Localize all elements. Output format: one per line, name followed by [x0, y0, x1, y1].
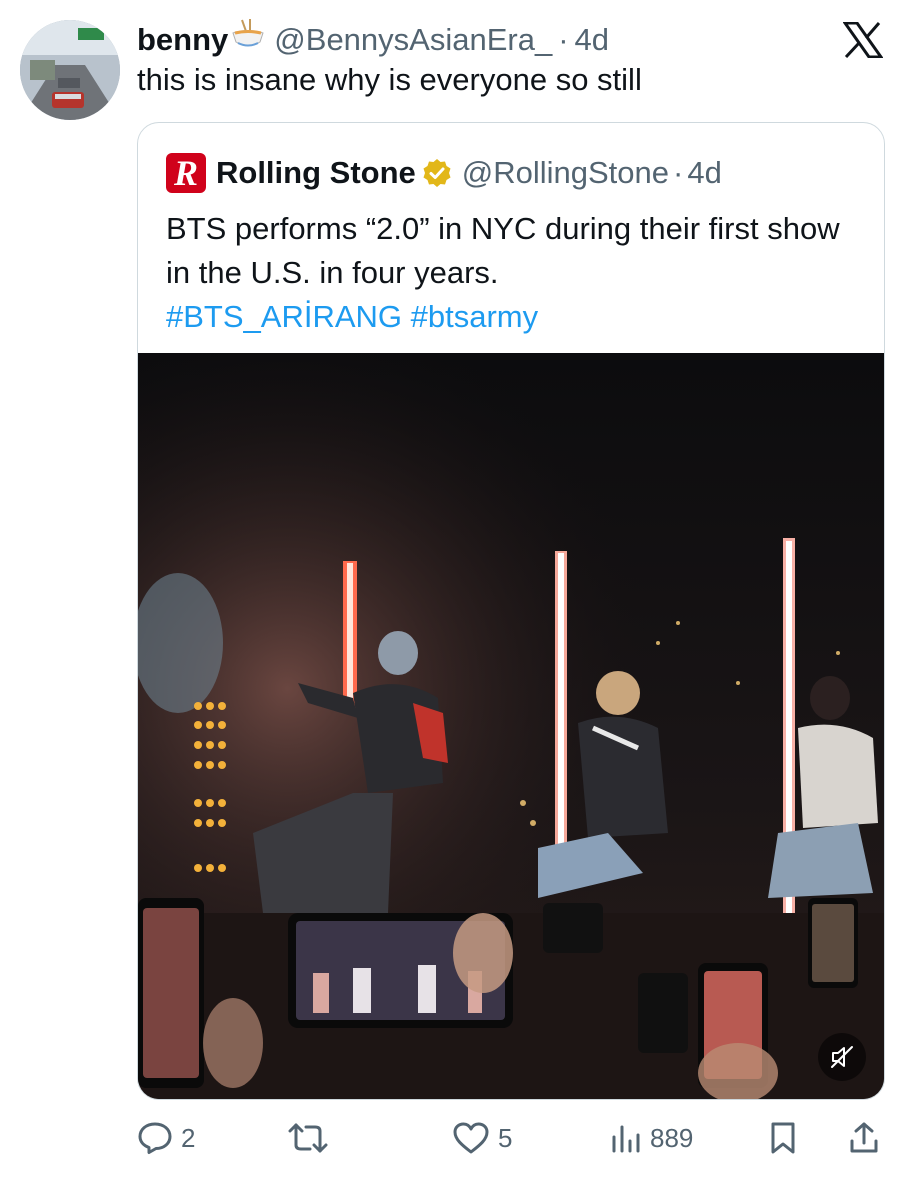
- display-name[interactable]: benny: [137, 22, 228, 58]
- handle[interactable]: @BennysAsianEra_: [274, 22, 552, 58]
- video-player[interactable]: [138, 353, 884, 1099]
- avatar-image: [20, 20, 120, 120]
- speaker-muted-icon: [831, 1046, 853, 1068]
- tweet-text: this is insane why is everyone so still: [137, 62, 642, 97]
- x-logo-icon: [843, 22, 883, 58]
- views-chart-icon: [612, 1125, 640, 1153]
- hashtag-line: #BTS_ARİRANG #btsarmy: [166, 295, 538, 339]
- quoted-display-name[interactable]: Rolling Stone: [216, 155, 416, 191]
- noodle-bowl-emoji-icon: [232, 19, 264, 47]
- reply-button[interactable]: 2: [137, 1118, 195, 1158]
- separator-dot: ·: [673, 155, 684, 190]
- quoted-tweet-text: BTS performs “2.0” in NYC during their f…: [166, 211, 840, 290]
- quoted-timestamp[interactable]: 4d: [687, 155, 721, 191]
- tweet-header: benny @BennysAsianEra_ · 4d: [137, 18, 609, 58]
- share-button[interactable]: [848, 1118, 880, 1158]
- quoted-handle[interactable]: @RollingStone: [462, 155, 669, 191]
- quoted-tweet[interactable]: R Rolling Stone @RollingStone · 4d BTS p…: [137, 122, 885, 1100]
- mute-toggle-button[interactable]: [818, 1033, 866, 1081]
- hashtag-link[interactable]: #btsarmy: [411, 299, 538, 334]
- concert-video-frame: [138, 353, 884, 1099]
- bookmark-button[interactable]: [768, 1118, 798, 1158]
- reply-bubble-icon: [138, 1122, 172, 1154]
- view-count: 889: [650, 1122, 694, 1153]
- avatar[interactable]: [20, 20, 120, 120]
- quoted-tweet-header: R Rolling Stone @RollingStone · 4d: [166, 153, 722, 193]
- verified-badge-icon: [423, 159, 451, 187]
- heart-icon: [453, 1122, 489, 1154]
- hashtag-link[interactable]: #BTS_ARİRANG: [166, 299, 402, 334]
- action-bar: 2 5 889: [0, 1118, 905, 1158]
- reply-count: 2: [181, 1122, 196, 1153]
- repost-button[interactable]: [288, 1118, 336, 1158]
- timestamp[interactable]: 4d: [575, 22, 609, 58]
- repost-icon: [288, 1123, 328, 1153]
- share-upload-icon: [850, 1122, 878, 1153]
- separator-dot: ·: [558, 22, 569, 57]
- views-button[interactable]: 889: [610, 1118, 693, 1158]
- rolling-stone-logo[interactable]: R: [166, 153, 206, 193]
- bookmark-icon: [771, 1122, 795, 1154]
- like-button[interactable]: 5: [452, 1118, 512, 1158]
- like-count: 5: [498, 1122, 513, 1153]
